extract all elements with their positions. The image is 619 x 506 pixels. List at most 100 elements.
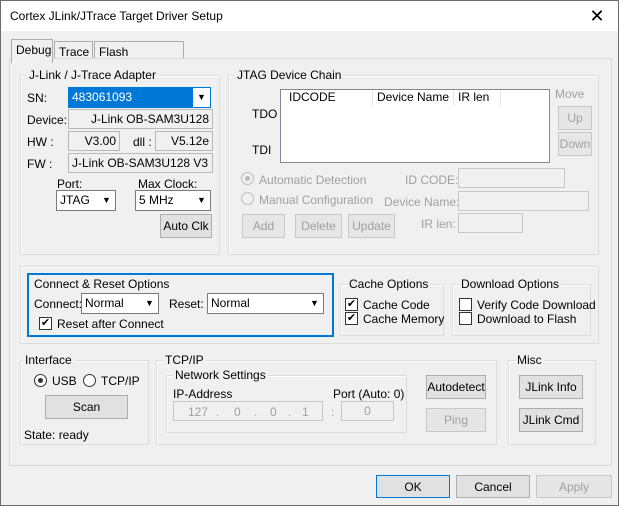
tab-debug-label: Debug [16, 43, 52, 57]
sn-label: SN: [27, 91, 48, 105]
jtag-group-title: JTAG Device Chain [235, 68, 344, 82]
manual-configuration-label: Manual Configuration [259, 193, 374, 207]
cache-memory-checkbox[interactable]: ✔ [345, 312, 358, 325]
chevron-down-icon: ▼ [193, 88, 210, 107]
port-value: JTAG [60, 193, 90, 207]
idcode-label: ID CODE: [405, 173, 459, 187]
fw-label: FW : [27, 157, 53, 171]
automatic-detection-radio[interactable] [241, 172, 254, 185]
cache-code-label: Cache Code [363, 298, 430, 312]
reset-after-connect-label: Reset after Connect [57, 317, 164, 331]
dll-label: dll : [133, 135, 152, 149]
port-label: Port: [57, 177, 83, 191]
update-button[interactable]: Update [348, 214, 395, 238]
down-button[interactable]: Down [558, 132, 592, 156]
device-name-field[interactable] [458, 191, 589, 211]
ir-len-label: IR len: [421, 217, 456, 231]
check-icon: ✔ [40, 317, 51, 329]
title-bar: Cortex JLink/JTrace Target Driver Setup … [1, 1, 618, 31]
tdo-label: TDO [252, 107, 278, 121]
misc-title: Misc [515, 353, 544, 367]
sn-value: 483061093 [72, 90, 133, 104]
port-auto-label: Port (Auto: 0) [333, 387, 405, 401]
idcode-field[interactable] [458, 168, 565, 188]
add-button[interactable]: Add [242, 214, 285, 238]
device-name-label: Device Name: [384, 195, 460, 209]
reset-label: Reset: [169, 297, 204, 311]
dll-field: V5.12e [155, 131, 213, 151]
port-dropdown[interactable]: JTAG ▼ [56, 190, 116, 211]
verify-code-download-checkbox[interactable] [459, 298, 472, 311]
ip-octet-2: 0 [234, 405, 241, 419]
download-to-flash-checkbox[interactable] [459, 312, 472, 325]
reset-after-connect-checkbox[interactable]: ✔ [39, 317, 52, 330]
cancel-button[interactable]: Cancel [456, 475, 530, 498]
reset-dropdown[interactable]: Normal ▼ [207, 293, 324, 314]
connect-value: Normal [85, 296, 124, 310]
device-label: Device: [27, 113, 68, 127]
cache-options-title: Cache Options [347, 277, 431, 291]
maxclock-label: Max Clock: [138, 177, 198, 191]
close-icon[interactable]: ✕ [582, 4, 612, 28]
ip-octet-1: 127 [188, 405, 209, 419]
port-field[interactable]: 0 [341, 401, 394, 421]
connect-label: Connect: [34, 297, 83, 311]
port-colon: : [331, 405, 335, 419]
ip-dot: . [254, 405, 258, 419]
col-device-name[interactable]: Device Name [373, 90, 454, 106]
download-options-title: Download Options [459, 277, 562, 291]
check-icon: ✔ [346, 298, 357, 310]
reset-value: Normal [211, 296, 250, 310]
move-label: Move [555, 87, 585, 101]
tcpip-radio-label: TCP/IP [101, 374, 140, 388]
col-ir-len[interactable]: IR len [454, 90, 501, 106]
auto-clk-button[interactable]: Auto Clk [160, 214, 212, 238]
connect-dropdown[interactable]: Normal ▼ [81, 293, 159, 314]
interface-title: Interface [23, 353, 74, 367]
up-button[interactable]: Up [558, 106, 592, 130]
state-text: State: ready [24, 428, 89, 442]
ping-button[interactable]: Ping [426, 408, 486, 432]
ir-len-field[interactable] [458, 213, 523, 233]
chevron-down-icon: ▼ [197, 195, 206, 205]
dialog-window: Cortex JLink/JTrace Target Driver Setup … [0, 0, 619, 506]
usb-label: USB [52, 374, 77, 388]
ip-address-label: IP-Address [173, 387, 233, 401]
jlink-cmd-button[interactable]: JLink Cmd [519, 408, 583, 432]
jtag-device-list[interactable]: IDCODE Device Name IR len [280, 89, 550, 163]
col-idcode[interactable]: IDCODE [281, 90, 373, 106]
ip-dot: . [288, 405, 292, 419]
cache-code-checkbox[interactable]: ✔ [345, 298, 358, 311]
manual-configuration-radio[interactable] [241, 192, 254, 205]
adapter-group-title: J-Link / J-Trace Adapter [27, 68, 158, 82]
jlink-info-button[interactable]: JLink Info [519, 375, 583, 399]
scan-button[interactable]: Scan [45, 395, 128, 419]
maxclock-dropdown[interactable]: 5 MHz ▼ [135, 190, 211, 211]
tcpip-radio[interactable] [83, 374, 96, 387]
ip-address-field[interactable]: 127 . 0 . 0 . 1 [173, 401, 323, 421]
delete-button[interactable]: Delete [295, 214, 342, 238]
maxclock-value: 5 MHz [139, 193, 174, 207]
chevron-down-icon: ▼ [102, 195, 111, 205]
check-icon: ✔ [346, 312, 357, 324]
chevron-down-icon: ▼ [145, 298, 154, 308]
apply-button[interactable]: Apply [536, 475, 612, 498]
ok-button[interactable]: OK [376, 475, 450, 498]
chevron-down-icon: ▼ [310, 298, 319, 308]
connect-reset-title: Connect & Reset Options [34, 277, 170, 291]
network-settings-title: Network Settings [173, 368, 268, 382]
download-to-flash-label: Download to Flash [477, 312, 577, 326]
usb-radio[interactable] [34, 374, 47, 387]
device-field: J-Link OB-SAM3U128 [68, 109, 213, 129]
hw-field: V3.00 [68, 131, 120, 151]
tab-debug[interactable]: Debug [11, 39, 53, 63]
tdi-label: TDI [252, 143, 272, 157]
sn-dropdown[interactable]: 483061093 ▼ [68, 87, 211, 108]
ip-dot: . [216, 405, 220, 419]
autodetect-button[interactable]: Autodetect [426, 375, 486, 399]
cache-memory-label: Cache Memory [363, 312, 445, 326]
misc-group: Misc [508, 353, 596, 445]
hw-label: HW : [27, 135, 54, 149]
tab-trace-label: Trace [59, 45, 90, 59]
fw-field: J-Link OB-SAM3U128 V3 com [68, 153, 213, 173]
